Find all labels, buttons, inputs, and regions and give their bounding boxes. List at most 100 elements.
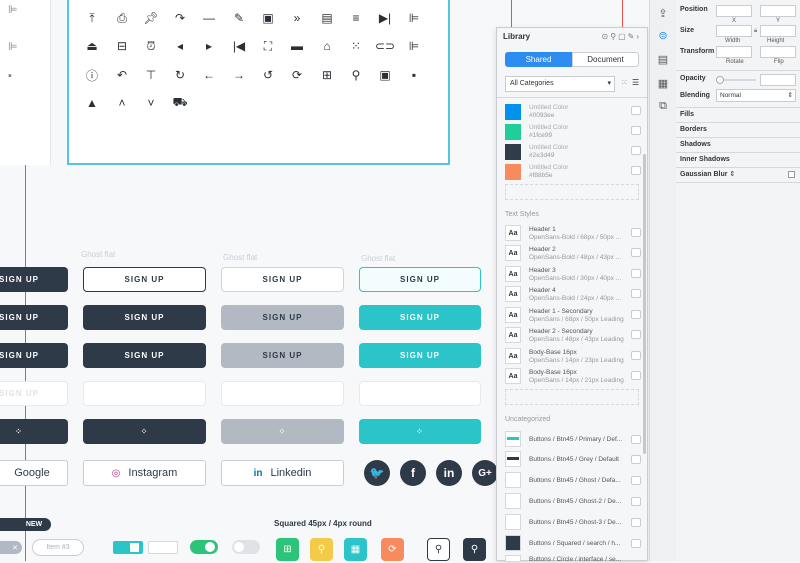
add-file-square-button[interactable]: ⊞ <box>276 538 299 561</box>
scrollbar[interactable] <box>643 154 646 454</box>
blur-checkbox[interactable] <box>788 171 795 178</box>
symbol-thumbnail[interactable] <box>505 431 521 447</box>
grid-view-icon[interactable]: ⁙ <box>621 78 628 87</box>
category-select[interactable]: All Categories ▾ <box>505 76 615 92</box>
sign-up-button[interactable]: SIGN UP <box>359 343 481 368</box>
chevron-down-icon[interactable]: ˅ <box>143 95 159 111</box>
color-swatch[interactable] <box>505 144 521 160</box>
drop-zone[interactable] <box>505 184 639 200</box>
briefcase-icon[interactable]: ▪ <box>8 71 20 82</box>
shadows-section[interactable]: Shadows <box>676 137 800 152</box>
components-icon[interactable]: ▦ <box>656 76 670 90</box>
sign-up-button[interactable]: SIGN UP <box>221 267 344 292</box>
flip-buttons[interactable] <box>760 46 796 58</box>
skip-back-icon[interactable]: |◀ <box>231 38 247 54</box>
insert-button[interactable] <box>631 371 641 380</box>
briefcase-icon[interactable]: ▪ <box>406 67 422 83</box>
sign-up-button[interactable]: SIGN UP <box>221 343 344 368</box>
sign-up-button-disabled[interactable] <box>83 381 206 406</box>
save-doc-icon[interactable]: ▣ <box>260 10 276 26</box>
warning-icon[interactable]: ▲ <box>84 95 100 111</box>
sign-up-button[interactable]: SIGN UP <box>0 343 68 368</box>
lock-icon[interactable]: 🔒︎ <box>754 28 757 35</box>
insert-button[interactable] <box>631 497 641 506</box>
export-icon[interactable]: ⇪ <box>656 6 670 20</box>
insert-button[interactable] <box>631 330 641 339</box>
insert-button[interactable] <box>631 146 641 155</box>
print-icon[interactable]: ⎙ <box>114 10 130 26</box>
color-swatch[interactable] <box>505 104 521 120</box>
layers-icon[interactable]: ▤ <box>656 52 670 66</box>
align-right-icon[interactable]: ⊫ <box>8 42 20 53</box>
redo-icon[interactable]: ↷ <box>172 10 188 26</box>
rotate-ccw-icon[interactable]: ↺ <box>260 67 276 83</box>
floppy-icon[interactable]: ▣ <box>377 67 393 83</box>
sd-card-icon[interactable]: ▤ <box>319 10 335 26</box>
opacity-slider-knob[interactable] <box>716 76 724 84</box>
minus-box-icon[interactable]: ⊟ <box>114 38 130 54</box>
sign-up-button[interactable]: SIGN UP <box>83 305 206 330</box>
prototype-icon[interactable]: ⧉ <box>656 99 670 113</box>
google-plus-icon[interactable]: G+ <box>472 460 498 486</box>
grid-icon[interactable]: ⁙ <box>348 38 364 54</box>
align-top-icon[interactable]: ⊤ <box>143 67 159 83</box>
insert-button[interactable] <box>631 476 641 485</box>
home-icon[interactable]: ⌂ <box>319 38 335 54</box>
twitter-icon[interactable]: 🐦 <box>364 460 390 486</box>
arrow-right-icon[interactable]: → <box>231 67 247 83</box>
align-right-icon[interactable]: ⊫ <box>406 38 422 54</box>
search-square-button[interactable]: ⚲ <box>463 538 486 561</box>
sign-up-button[interactable]: SIGN UP <box>83 343 206 368</box>
filter-icon[interactable]: ≡ <box>348 10 364 26</box>
upload-tray-icon[interactable]: ⏏ <box>84 38 100 54</box>
instagram-button[interactable]: ◎ Instagram <box>83 460 206 486</box>
borders-section[interactable]: Borders <box>676 122 800 137</box>
sign-up-button-disabled[interactable] <box>221 381 344 406</box>
text-style-preview[interactable]: Aa <box>505 348 521 364</box>
insert-button[interactable] <box>631 228 641 237</box>
loading-button[interactable]: ⁘ <box>0 419 68 444</box>
toggle-segment-off[interactable] <box>148 541 178 554</box>
linkedin-circle-icon[interactable]: in <box>436 460 462 486</box>
toggle-switch-off[interactable] <box>232 540 260 554</box>
blending-select[interactable]: Normal ⇕ <box>716 89 796 102</box>
text-style-preview[interactable]: Aa <box>505 266 521 282</box>
calendar-square-button[interactable]: ▦ <box>344 538 367 561</box>
color-swatch[interactable] <box>505 124 521 140</box>
symbol-thumbnail[interactable] <box>505 535 521 551</box>
text-style-preview[interactable]: Aa <box>505 286 521 302</box>
sign-up-button-disabled[interactable] <box>359 381 481 406</box>
upload-icon[interactable]: ⤒ <box>84 10 100 26</box>
sign-up-button[interactable]: SIGN UP <box>0 267 68 292</box>
text-style-preview[interactable]: Aa <box>505 307 521 323</box>
insert-button[interactable] <box>631 539 641 548</box>
toggle-segment-on[interactable] <box>113 541 143 554</box>
insert-button[interactable] <box>631 518 641 527</box>
insert-button[interactable] <box>631 248 641 257</box>
truck-icon[interactable]: ⛟ <box>172 95 188 111</box>
double-chevron-right-icon[interactable]: » <box>289 10 305 26</box>
width-field[interactable] <box>716 25 752 37</box>
symbol-thumbnail[interactable] <box>505 514 521 530</box>
map-pin-icon[interactable]: ⚲ <box>348 67 364 83</box>
symbol-thumbnail[interactable] <box>505 493 521 509</box>
insert-button[interactable] <box>631 310 641 319</box>
arrow-left-icon[interactable]: ← <box>201 67 217 83</box>
tag-chip[interactable]: ✕ <box>0 541 22 554</box>
opacity-field[interactable] <box>760 74 796 86</box>
close-icon[interactable]: ✕ <box>12 544 18 552</box>
facebook-icon[interactable]: f <box>400 460 426 486</box>
height-field[interactable] <box>760 25 796 37</box>
align-left-icon[interactable]: ⊫ <box>406 10 422 26</box>
skip-forward-icon[interactable]: ▶| <box>377 10 393 26</box>
text-style-preview[interactable]: Aa <box>505 245 521 261</box>
minus-icon[interactable]: — <box>201 10 217 26</box>
add-file-icon[interactable]: ⊞ <box>319 67 335 83</box>
rotate-field[interactable] <box>716 46 752 58</box>
sign-up-button[interactable]: SIGN UP <box>83 267 206 292</box>
sign-up-button-disabled[interactable]: SIGN UP <box>0 381 68 406</box>
pencil-icon[interactable]: ✎ <box>231 10 247 26</box>
text-style-preview[interactable]: Aa <box>505 368 521 384</box>
triangle-right-icon[interactable]: ▸ <box>201 38 217 54</box>
y-field[interactable] <box>760 5 796 17</box>
